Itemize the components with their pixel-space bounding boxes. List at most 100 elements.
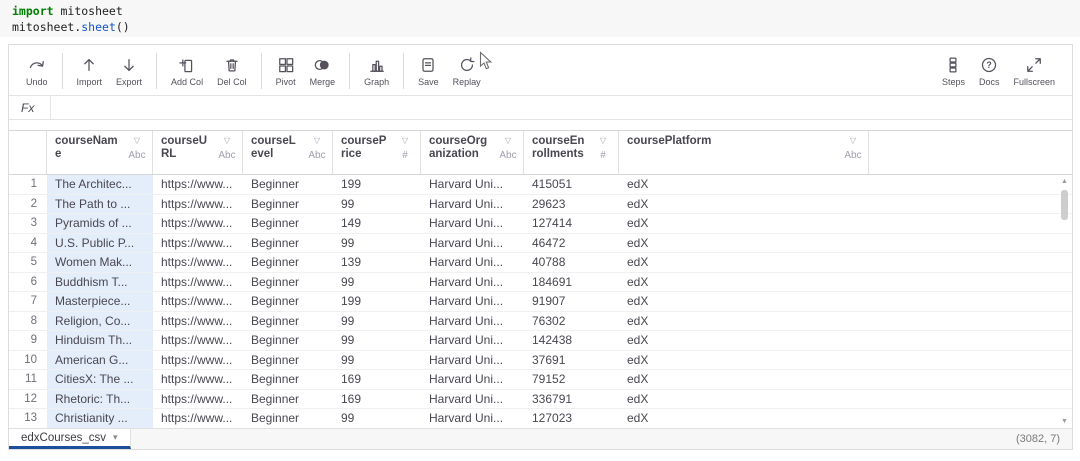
cell-courseOrganization[interactable]: Harvard Uni... — [421, 331, 524, 350]
cell-courseName[interactable]: Buddhism T... — [47, 273, 153, 292]
cell-courseOrganization[interactable]: Harvard Uni... — [421, 312, 524, 331]
cell-courseName[interactable]: Christianity ... — [47, 409, 153, 428]
cell-courseURL[interactable]: https://www... — [153, 214, 243, 233]
pivot-button[interactable]: Pivot — [269, 53, 303, 89]
cell-coursePrice[interactable]: 99 — [333, 312, 421, 331]
cell-courseLevel[interactable]: Beginner — [243, 351, 333, 370]
formula-input[interactable] — [51, 96, 1072, 119]
cell-courseOrganization[interactable]: Harvard Uni... — [421, 175, 524, 194]
cell-coursePlatform[interactable]: edX — [619, 273, 869, 292]
cell-courseLevel[interactable]: Beginner — [243, 370, 333, 389]
filter-icon[interactable]: ▽ — [402, 136, 408, 146]
cell-courseLevel[interactable]: Beginner — [243, 234, 333, 253]
scroll-down-icon[interactable]: ▼ — [1061, 417, 1068, 426]
cell-courseURL[interactable]: https://www... — [153, 370, 243, 389]
cell-courseEnrollments[interactable]: 46472 — [524, 234, 619, 253]
filter-icon[interactable]: ▽ — [600, 136, 606, 146]
cell-coursePlatform[interactable]: edX — [619, 214, 869, 233]
docs-button[interactable]: ?Docs — [972, 53, 1007, 89]
cell-coursePrice[interactable]: 139 — [333, 253, 421, 272]
cell-coursePlatform[interactable]: edX — [619, 292, 869, 311]
cell-courseName[interactable]: The Path to ... — [47, 195, 153, 214]
column-header-coursePlatform[interactable]: coursePlatform▽Abc — [619, 131, 869, 174]
cell-courseName[interactable]: Hinduism Th... — [47, 331, 153, 350]
cell-courseOrganization[interactable]: Harvard Uni... — [421, 390, 524, 409]
filter-icon[interactable]: ▽ — [505, 136, 511, 146]
cell-coursePrice[interactable]: 99 — [333, 351, 421, 370]
cell-courseEnrollments[interactable]: 76302 — [524, 312, 619, 331]
cell-coursePlatform[interactable]: edX — [619, 253, 869, 272]
cell-coursePlatform[interactable]: edX — [619, 331, 869, 350]
steps-button[interactable]: Steps — [935, 53, 972, 89]
cell-courseURL[interactable]: https://www... — [153, 234, 243, 253]
cell-coursePrice[interactable]: 99 — [333, 273, 421, 292]
cell-courseLevel[interactable]: Beginner — [243, 214, 333, 233]
filter-icon[interactable]: ▽ — [224, 136, 230, 146]
cell-courseName[interactable]: U.S. Public P... — [47, 234, 153, 253]
cell-courseOrganization[interactable]: Harvard Uni... — [421, 234, 524, 253]
cell-courseEnrollments[interactable]: 79152 — [524, 370, 619, 389]
cell-courseOrganization[interactable]: Harvard Uni... — [421, 409, 524, 428]
fullscreen-button[interactable]: Fullscreen — [1006, 53, 1062, 89]
cell-courseName[interactable]: Religion, Co... — [47, 312, 153, 331]
cell-coursePrice[interactable]: 99 — [333, 331, 421, 350]
cell-courseEnrollments[interactable]: 127414 — [524, 214, 619, 233]
cell-courseOrganization[interactable]: Harvard Uni... — [421, 253, 524, 272]
cell-coursePlatform[interactable]: edX — [619, 234, 869, 253]
cell-courseLevel[interactable]: Beginner — [243, 331, 333, 350]
save-button[interactable]: Save — [411, 53, 446, 89]
cell-courseURL[interactable]: https://www... — [153, 409, 243, 428]
vertical-scrollbar[interactable]: ▲ ▼ — [1059, 177, 1070, 426]
cell-courseOrganization[interactable]: Harvard Uni... — [421, 195, 524, 214]
cell-courseLevel[interactable]: Beginner — [243, 253, 333, 272]
cell-coursePlatform[interactable]: edX — [619, 409, 869, 428]
cell-coursePrice[interactable]: 99 — [333, 234, 421, 253]
cell-coursePlatform[interactable]: edX — [619, 195, 869, 214]
cell-courseName[interactable]: The Architec... — [47, 175, 153, 194]
filter-icon[interactable]: ▽ — [850, 136, 856, 146]
cell-courseURL[interactable]: https://www... — [153, 253, 243, 272]
cell-courseURL[interactable]: https://www... — [153, 331, 243, 350]
cell-coursePrice[interactable]: 169 — [333, 370, 421, 389]
cell-courseURL[interactable]: https://www... — [153, 292, 243, 311]
cell-coursePrice[interactable]: 149 — [333, 214, 421, 233]
cell-courseEnrollments[interactable]: 40788 — [524, 253, 619, 272]
chevron-down-icon[interactable]: ▾ — [113, 432, 118, 443]
column-header-courseEnrollments[interactable]: courseEnrollments▽# — [524, 131, 619, 174]
column-header-courseLevel[interactable]: courseLevel▽Abc — [243, 131, 333, 174]
cell-courseEnrollments[interactable]: 142438 — [524, 331, 619, 350]
cell-coursePlatform[interactable]: edX — [619, 370, 869, 389]
export-button[interactable]: Export — [109, 53, 149, 89]
cell-courseName[interactable]: CitiesX: The ... — [47, 370, 153, 389]
cell-courseEnrollments[interactable]: 127023 — [524, 409, 619, 428]
scroll-up-icon[interactable]: ▲ — [1061, 177, 1068, 186]
cell-courseEnrollments[interactable]: 184691 — [524, 273, 619, 292]
cell-coursePlatform[interactable]: edX — [619, 390, 869, 409]
undo-button[interactable]: Undo — [19, 53, 55, 89]
cell-courseURL[interactable]: https://www... — [153, 312, 243, 331]
cell-courseURL[interactable]: https://www... — [153, 195, 243, 214]
column-header-courseURL[interactable]: courseURL▽Abc — [153, 131, 243, 174]
cell-courseName[interactable]: Pyramids of ... — [47, 214, 153, 233]
cell-courseLevel[interactable]: Beginner — [243, 273, 333, 292]
code-cell[interactable]: import mitosheet mitosheet.sheet() — [0, 0, 1080, 37]
cell-courseName[interactable]: Rhetoric: Th... — [47, 390, 153, 409]
cell-courseLevel[interactable]: Beginner — [243, 292, 333, 311]
cell-courseEnrollments[interactable]: 29623 — [524, 195, 619, 214]
import-button[interactable]: Import — [70, 53, 110, 89]
cell-courseOrganization[interactable]: Harvard Uni... — [421, 370, 524, 389]
merge-button[interactable]: Merge — [303, 53, 343, 89]
cell-courseURL[interactable]: https://www... — [153, 175, 243, 194]
cell-courseURL[interactable]: https://www... — [153, 390, 243, 409]
cell-courseLevel[interactable]: Beginner — [243, 175, 333, 194]
cell-courseName[interactable]: American G... — [47, 351, 153, 370]
cell-coursePlatform[interactable]: edX — [619, 175, 869, 194]
column-header-courseName[interactable]: courseName▽Abc — [47, 131, 153, 174]
column-header-courseOrganization[interactable]: courseOrganization▽Abc — [421, 131, 524, 174]
cell-courseURL[interactable]: https://www... — [153, 273, 243, 292]
cell-courseOrganization[interactable]: Harvard Uni... — [421, 292, 524, 311]
cell-coursePrice[interactable]: 199 — [333, 175, 421, 194]
filter-icon[interactable]: ▽ — [314, 136, 320, 146]
cell-coursePlatform[interactable]: edX — [619, 312, 869, 331]
cell-courseOrganization[interactable]: Harvard Uni... — [421, 273, 524, 292]
